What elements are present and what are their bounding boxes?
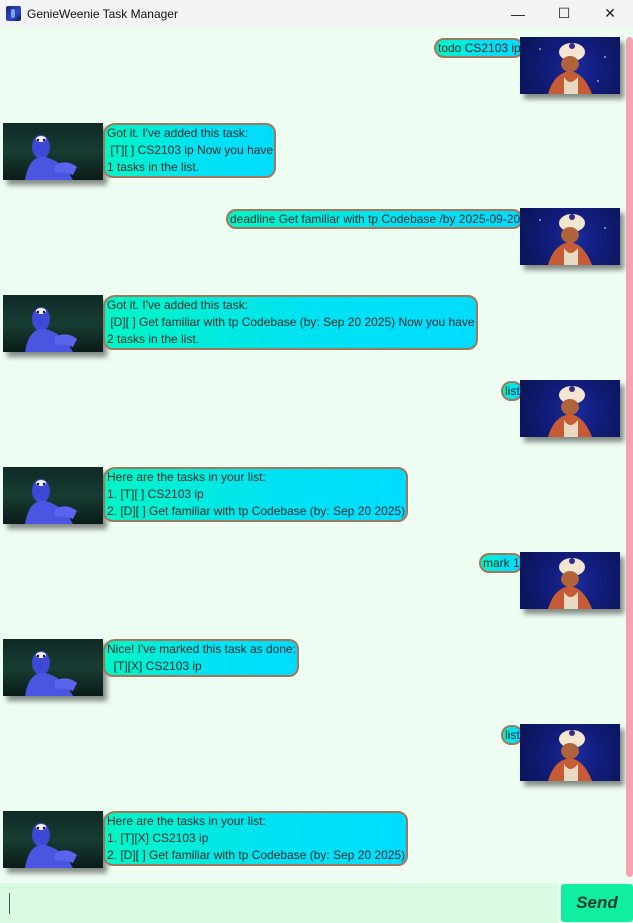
genie-message-bubble: Here are the tasks in your list: 1. [T][… [103, 811, 409, 866]
minimize-button[interactable]: — [495, 0, 541, 27]
scrollbar[interactable] [626, 37, 633, 877]
user-message-bubble: mark 1 [479, 553, 523, 573]
genie-avatar [3, 467, 103, 524]
genie-message-bubble: Got it. I've added this task: [D][ ] Get… [103, 295, 478, 350]
maximize-button[interactable]: ☐ [541, 0, 587, 27]
app-icon [6, 6, 21, 21]
genie-avatar [3, 639, 103, 696]
input-bar: Send [0, 883, 633, 923]
genie-message-bubble: Nice! I've marked this task as done: [T]… [103, 639, 300, 677]
window-title: GenieWeenie Task Manager [27, 6, 178, 21]
genie-message-bubble: Got it. I've added this task: [T][ ] CS2… [103, 123, 277, 178]
message-input[interactable] [0, 883, 558, 923]
user-avatar [520, 208, 620, 265]
user-message-bubble: todo CS2103 ip [434, 38, 524, 58]
genie-message-bubble: Here are the tasks in your list: 1. [T][… [103, 467, 409, 522]
text-caret [9, 893, 10, 914]
send-button[interactable]: Send [561, 884, 633, 922]
user-message-bubble: deadline Get familiar with tp Codebase /… [226, 209, 524, 229]
genie-avatar [3, 295, 103, 352]
chat-area[interactable]: todo CS2103 ip Got it. I've added this t… [0, 27, 633, 883]
genie-avatar [3, 123, 103, 180]
user-avatar [520, 380, 620, 437]
window-controls: — ☐ ✕ [495, 0, 633, 27]
user-avatar [520, 37, 620, 94]
user-avatar [520, 552, 620, 609]
close-button[interactable]: ✕ [587, 0, 633, 27]
genie-avatar [3, 811, 103, 868]
user-avatar [520, 724, 620, 781]
title-bar: GenieWeenie Task Manager — ☐ ✕ [0, 0, 633, 27]
